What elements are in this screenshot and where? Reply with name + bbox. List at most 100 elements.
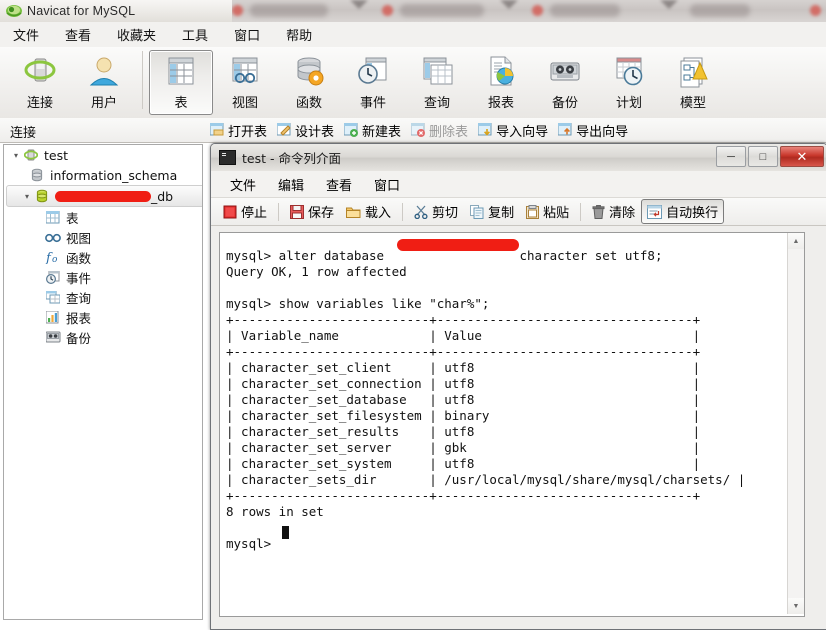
tree-item-reports[interactable]: 报表 <box>4 307 202 327</box>
toolbar-connection[interactable]: 连接 <box>8 50 72 115</box>
toolbar-event[interactable]: 事件 <box>341 50 405 115</box>
cut-button[interactable]: 剪切 <box>408 199 464 224</box>
menu-file[interactable]: 文件 <box>0 22 52 47</box>
chevron-down-icon[interactable]: ▾ <box>10 151 22 160</box>
export-wizard-button[interactable]: 导出向导 <box>553 119 633 142</box>
query-icon <box>420 51 454 91</box>
terminal-vscrollbar[interactable]: ▲ ▼ <box>787 233 804 614</box>
cli-menu-view[interactable]: 查看 <box>315 172 363 197</box>
paste-label: 粘贴 <box>543 202 569 221</box>
paste-button[interactable]: 粘贴 <box>520 199 575 224</box>
wrap-icon <box>647 205 662 219</box>
toolbar-view[interactable]: 视图 <box>213 50 277 115</box>
toolbar-backup[interactable]: 备份 <box>533 50 597 115</box>
open-table-button[interactable]: 打开表 <box>205 119 272 142</box>
menu-view[interactable]: 查看 <box>52 22 104 47</box>
cli-titlebar[interactable]: test - 命令列介面 ─ □ ✕ <box>211 144 826 171</box>
stop-button[interactable]: 停止 <box>217 199 273 224</box>
chevron-down-icon[interactable]: ▾ <box>21 192 33 201</box>
tree-item-queries[interactable]: 查询 <box>4 287 202 307</box>
tree-db-current[interactable]: ▾ _db <box>6 185 203 207</box>
toolbar-backup-label: 备份 <box>552 92 578 111</box>
toolbar-function[interactable]: 函数 <box>277 50 341 115</box>
clipboard-icon <box>526 205 539 219</box>
view-icon <box>44 231 62 244</box>
delete-table-icon <box>411 123 426 137</box>
user-icon <box>87 51 121 91</box>
clear-button[interactable]: 清除 <box>586 199 641 224</box>
save-button[interactable]: 保存 <box>284 199 340 224</box>
menu-tools[interactable]: 工具 <box>169 22 221 47</box>
open-table-label: 打开表 <box>228 121 267 140</box>
tree-item-tables[interactable]: 表 <box>4 207 202 227</box>
toolbar-report-label: 报表 <box>488 92 514 111</box>
scroll-up-arrow[interactable]: ▲ <box>788 233 804 249</box>
tree-db-information-schema[interactable]: information_schema <box>4 165 202 185</box>
menu-help[interactable]: 帮助 <box>273 22 325 47</box>
minimize-button[interactable]: ─ <box>716 146 746 167</box>
main-titlebar: Navicat for MySQL <box>0 0 232 22</box>
clear-label: 清除 <box>609 202 635 221</box>
scroll-down-arrow[interactable]: ▼ <box>788 598 804 614</box>
cli-toolbar-separator <box>278 203 279 221</box>
tree-item-functions-label: 函数 <box>66 248 91 267</box>
export-wizard-icon <box>558 123 573 137</box>
toolbar-model[interactable]: 模型 <box>661 50 725 115</box>
toolbar-schedule[interactable]: 计划 <box>597 50 661 115</box>
design-table-icon <box>277 123 292 137</box>
tree-db-information-schema-label: information_schema <box>50 168 177 183</box>
new-table-button[interactable]: 新建表 <box>339 119 406 142</box>
design-table-button[interactable]: 设计表 <box>272 119 339 142</box>
toolbar-report[interactable]: 报表 <box>469 50 533 115</box>
stop-label: 停止 <box>241 202 267 221</box>
toolbar-query-label: 查询 <box>424 92 450 111</box>
tree-item-views[interactable]: 视图 <box>4 227 202 247</box>
trash-icon <box>592 205 605 219</box>
schedule-icon <box>612 51 646 91</box>
tree-item-events[interactable]: 事件 <box>4 267 202 287</box>
cli-menu-window[interactable]: 窗口 <box>363 172 411 197</box>
save-label: 保存 <box>308 202 334 221</box>
event-icon <box>356 51 390 91</box>
toolbar-schedule-label: 计划 <box>616 92 642 111</box>
function-icon <box>292 51 326 91</box>
copy-button[interactable]: 复制 <box>464 199 520 224</box>
toolbar-query[interactable]: 查询 <box>405 50 469 115</box>
maximize-button[interactable]: □ <box>748 146 778 167</box>
menu-window[interactable]: 窗口 <box>221 22 273 47</box>
load-button[interactable]: 载入 <box>340 199 397 224</box>
menu-favorites[interactable]: 收藏夹 <box>104 22 169 47</box>
redacted-database-name <box>55 191 151 202</box>
folder-icon <box>346 205 361 219</box>
tree-db-current-label: _db <box>151 189 173 204</box>
cli-menu-file[interactable]: 文件 <box>219 172 267 197</box>
tree-item-events-label: 事件 <box>66 268 91 287</box>
report-icon <box>44 311 62 324</box>
import-wizard-button[interactable]: 导入向导 <box>473 119 553 142</box>
sub-toolbar: 打开表 设计表 新建表 删除表 导入向导 导出向导 <box>0 118 826 143</box>
word-wrap-button[interactable]: 自动换行 <box>641 199 724 224</box>
toolbar-table-label: 表 <box>174 92 187 111</box>
tree-connection-test-label: test <box>44 148 68 163</box>
close-button[interactable]: ✕ <box>780 146 824 167</box>
delete-table-button[interactable]: 删除表 <box>406 119 473 142</box>
tree-item-tables-label: 表 <box>66 208 79 227</box>
cli-toolbar: 停止 保存 载入 剪切 复制 粘贴 清除 自动换 <box>211 198 826 226</box>
object-tree-panel[interactable]: ▾ test information_schema ▾ _db 表 <box>3 144 203 620</box>
terminal-output[interactable]: mysql> alter database character set utf8… <box>219 232 805 617</box>
main-menubar: 文件 查看 收藏夹 工具 窗口 帮助 <box>0 22 826 47</box>
backup-icon <box>548 51 582 91</box>
toolbar-table[interactable]: 表 <box>149 50 213 115</box>
main-window-title: Navicat for MySQL <box>27 4 135 18</box>
terminal-text: mysql> alter database character set utf8… <box>226 248 745 552</box>
tree-connection-test[interactable]: ▾ test <box>4 145 202 165</box>
connection-icon <box>23 51 57 91</box>
cli-menu-edit[interactable]: 编辑 <box>267 172 315 197</box>
toolbar-separator <box>142 51 143 109</box>
import-wizard-icon <box>478 123 493 137</box>
tree-item-functions[interactable]: fo 函数 <box>4 247 202 267</box>
toolbar-user[interactable]: 用户 <box>72 50 136 115</box>
cli-toolbar-separator <box>580 203 581 221</box>
cli-window[interactable]: test - 命令列介面 ─ □ ✕ 文件 编辑 查看 窗口 停止 保存 载入 … <box>210 143 826 630</box>
tree-item-backups[interactable]: 备份 <box>4 327 202 347</box>
